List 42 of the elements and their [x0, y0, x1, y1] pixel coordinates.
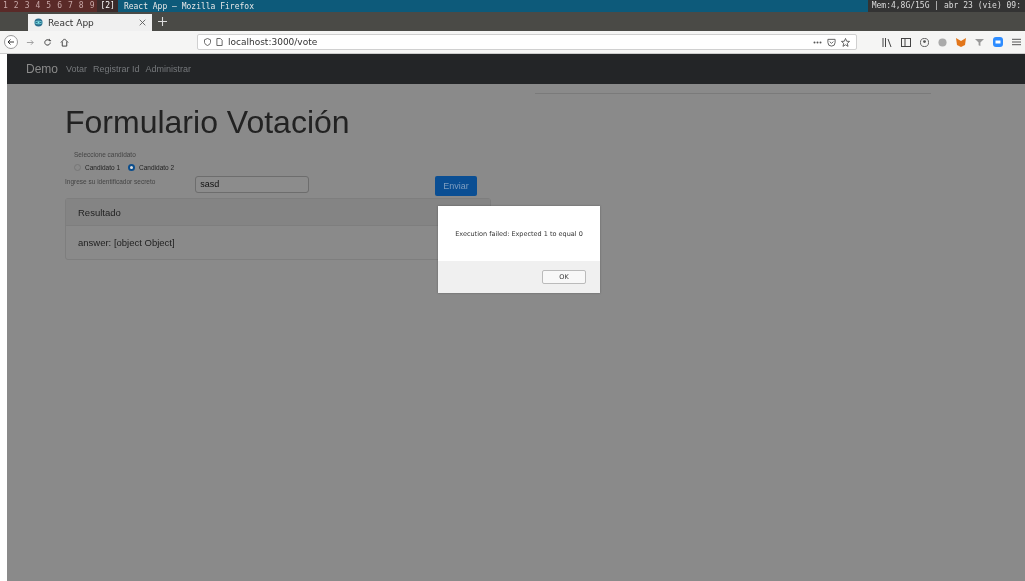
funnel-icon[interactable]: [975, 37, 984, 47]
workspace-tab[interactable]: [2]: [97, 0, 118, 12]
submit-button[interactable]: Enviar: [435, 176, 477, 196]
reload-icon[interactable]: [43, 37, 52, 47]
navbar-brand[interactable]: Demo: [26, 62, 58, 76]
workspace-tab[interactable]: 4: [32, 0, 44, 12]
pocket-icon[interactable]: [827, 37, 836, 47]
extension-icon[interactable]: [993, 37, 1003, 47]
result-text: answer: [object Object]: [78, 237, 175, 248]
workspace-tab[interactable]: 7: [64, 0, 76, 12]
window-title: React App — Mozilla Firefox: [122, 1, 255, 11]
star-icon[interactable]: [841, 37, 850, 47]
back-icon[interactable]: [4, 35, 18, 49]
new-tab-icon[interactable]: [158, 17, 167, 26]
workspace-tab[interactable]: 9: [86, 0, 98, 12]
workspace-tab[interactable]: 5: [43, 0, 55, 12]
shield-icon: [204, 38, 211, 46]
secret-input[interactable]: sasd: [195, 175, 310, 193]
atom-icon: [34, 18, 43, 27]
forward-icon[interactable]: [26, 37, 35, 47]
close-icon[interactable]: [139, 19, 146, 26]
menu-icon[interactable]: [1012, 38, 1021, 46]
system-status: Mem:4,8G/15G | abr 23 (vie) 09:: [867, 0, 1025, 12]
sidebar-icon[interactable]: [901, 37, 911, 47]
more-icon[interactable]: [813, 40, 822, 44]
nav-link[interactable]: Administrar: [145, 64, 192, 74]
page-title: Formulario Votación: [65, 104, 351, 141]
address-bar[interactable]: localhost:3000/vote: [197, 34, 857, 50]
workspace-tab[interactable]: 2: [10, 0, 22, 12]
page-icon: [216, 38, 223, 46]
account-icon[interactable]: [920, 37, 929, 47]
workspace-tab[interactable]: 1: [0, 0, 11, 12]
browser-tab[interactable]: React App: [28, 14, 152, 31]
nav-link[interactable]: Votar: [66, 64, 88, 74]
workspace-tab[interactable]: 8: [75, 0, 87, 12]
workspace-tab[interactable]: 6: [54, 0, 65, 12]
card-title: Resultado: [78, 206, 121, 218]
fox-icon[interactable]: [956, 37, 966, 47]
library-icon[interactable]: [882, 37, 892, 47]
nav-link[interactable]: Registrar Id: [93, 64, 140, 74]
workspace-tab[interactable]: 3: [21, 0, 33, 12]
home-icon[interactable]: [60, 37, 69, 47]
